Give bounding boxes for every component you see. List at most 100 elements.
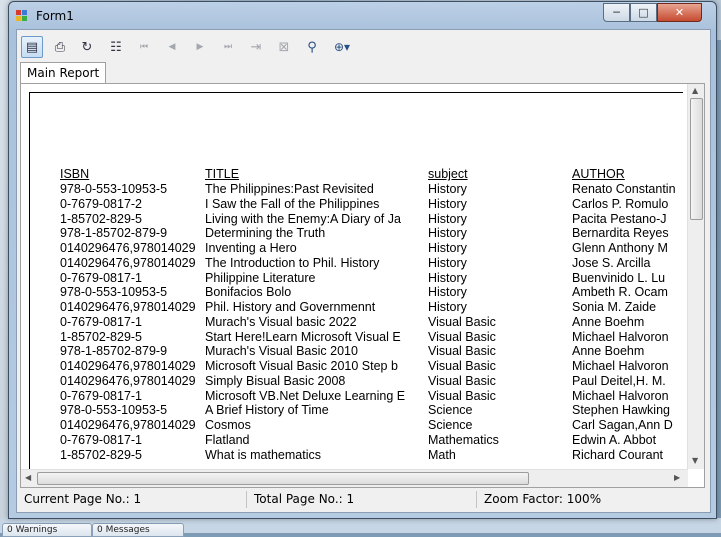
toggle-group-tree-button[interactable]: ☷	[105, 36, 127, 58]
horizontal-scrollbar[interactable]: ◀ ▶	[21, 469, 688, 487]
maximize-button[interactable]: □	[630, 3, 657, 22]
title-cell: Philippine Literature	[205, 270, 316, 285]
subject-header: subject	[428, 167, 468, 181]
author-cell: Jose S. Arcilla	[572, 255, 651, 270]
isbn-cell: 0140296476,978014029	[60, 373, 196, 388]
author-cell: Glenn Anthony M	[572, 241, 668, 255]
first-page-button[interactable]: ⏮	[133, 36, 155, 58]
subject-cell: History	[428, 211, 467, 226]
title-cell: The Introduction to Phil. History	[205, 255, 380, 270]
isbn-cell: 1-85702-829-5	[60, 329, 143, 344]
subject-cell: History	[428, 196, 467, 211]
close-current-view-button[interactable]: ⊠	[273, 36, 295, 58]
title-cell: Microsoft Visual Basic 2010 Step b	[205, 359, 398, 373]
previous-page-icon: ◀	[168, 42, 176, 52]
report-viewer: ISBN 978-0-553-10953-5 0-7679-0817-2 1-857…	[20, 83, 705, 488]
tab-main-report[interactable]: Main Report	[20, 62, 107, 84]
find-button[interactable]: ⚲	[301, 36, 323, 58]
scroll-up-icon[interactable]: ▲	[692, 86, 698, 95]
isbn-cell: 0140296476,978014029	[60, 300, 196, 314]
isbn-cell: 0140296476,978014029	[60, 418, 196, 432]
print-icon: ⎙	[54, 39, 66, 55]
title-cell: Murach's Visual basic 2022	[205, 314, 357, 329]
previous-page-button[interactable]: ◀	[161, 36, 183, 58]
subject-cell: Math	[428, 447, 456, 462]
next-page-button[interactable]: ▶	[189, 36, 211, 58]
go-to-page-icon: ⇥	[250, 39, 262, 55]
export-report-icon: ▤	[25, 39, 39, 55]
report-page: ISBN 978-0-553-10953-5 0-7679-0817-2 1-857…	[29, 92, 683, 473]
scroll-left-icon[interactable]: ◀	[25, 473, 31, 482]
current-page-status: Current Page No.: 1	[20, 491, 247, 508]
status-bar: Current Page No.: 1 Total Page No.: 1 Zo…	[20, 489, 706, 510]
vertical-scrollbar[interactable]: ▲ ▼	[687, 84, 704, 469]
author-cell: Carl Sagan,Ann D	[572, 418, 673, 432]
author-cell: Edwin A. Abbot	[572, 432, 657, 447]
author-cell: Sonia M. Zaide	[572, 300, 657, 314]
isbn-cell: 0-7679-0817-1	[60, 432, 143, 447]
title-cell: Determining the Truth	[205, 226, 326, 241]
scroll-right-icon[interactable]: ▶	[674, 473, 680, 482]
title-cell: Murach's Visual Basic 2010	[205, 344, 358, 359]
title-cell: Start Here!Learn Microsoft Visual E	[205, 329, 401, 344]
author-cell: Anne Boehm	[572, 344, 645, 359]
subject-cell: History	[428, 241, 467, 255]
isbn-cell: 978-1-85702-879-9	[60, 226, 168, 241]
go-to-page-button[interactable]: ⇥	[245, 36, 267, 58]
maximize-icon: □	[638, 6, 649, 19]
isbn-cell: 1-85702-829-5	[60, 211, 143, 226]
author-column: AUTHOR Renato Constantin Carlos P. Romulo…	[572, 167, 683, 462]
author-cell: Renato Constantin	[572, 182, 676, 196]
title-header: TITLE	[205, 167, 240, 181]
window-title: Form1	[36, 9, 74, 23]
title-cell: Inventing a Hero	[205, 241, 297, 255]
title-cell: I Saw the Fall of the Philippines	[205, 196, 380, 211]
warnings-tab[interactable]: 0 Warnings	[2, 523, 92, 537]
horizontal-scroll-thumb[interactable]	[37, 472, 529, 485]
minimize-icon: ─	[613, 6, 620, 19]
subject-cell: Science	[428, 403, 473, 418]
messages-tab[interactable]: 0 Messages	[92, 523, 184, 537]
isbn-cell: 0140296476,978014029	[60, 255, 196, 270]
subject-cell: Visual Basic	[428, 373, 496, 388]
scroll-down-icon[interactable]: ▼	[692, 456, 698, 465]
subject-cell: Mathematics	[428, 432, 499, 447]
refresh-button[interactable]: ↻	[76, 36, 98, 58]
isbn-cell: 0-7679-0817-2	[60, 196, 143, 211]
close-button[interactable]: ✕	[657, 3, 702, 22]
last-page-button[interactable]: ⏭	[217, 36, 239, 58]
print-button[interactable]: ⎙	[49, 36, 71, 58]
author-cell: Michael Halvoron	[572, 359, 669, 373]
isbn-cell: 0-7679-0817-1	[60, 388, 143, 403]
author-cell: Buenvinido L. Lu	[572, 270, 666, 285]
title-cell: A Brief History of Time	[205, 403, 329, 418]
subject-cell: History	[428, 270, 467, 285]
subject-cell: Visual Basic	[428, 314, 496, 329]
form1-window: Form1 ─ □ ✕ ▤ ⎙ ↻ ☷ ⏮ ◀ ▶ ⏭ ⇥ ⊠ ⚲ ⊕▾ Mai…	[8, 1, 717, 519]
zoom-button[interactable]: ⊕▾	[327, 36, 357, 58]
title-column: TITLE The Philippines:Past Revisited I Sa…	[205, 167, 413, 462]
minimize-button[interactable]: ─	[603, 3, 630, 22]
author-cell: Paul Deitel,H. M.	[572, 373, 666, 388]
report-toolbar: ▤ ⎙ ↻ ☷ ⏮ ◀ ▶ ⏭ ⇥ ⊠ ⚲ ⊕▾	[19, 32, 707, 62]
author-cell: Michael Halvoron	[572, 329, 669, 344]
form-client-area: ▤ ⎙ ↻ ☷ ⏮ ◀ ▶ ⏭ ⇥ ⊠ ⚲ ⊕▾ Main Report ISB…	[16, 29, 711, 513]
export-report-button[interactable]: ▤	[21, 36, 43, 58]
isbn-cell: 0-7679-0817-1	[60, 270, 143, 285]
author-cell: Pacita Pestano-J	[572, 211, 667, 226]
author-cell: Anne Boehm	[572, 314, 645, 329]
isbn-column: ISBN 978-0-553-10953-5 0-7679-0817-2 1-857…	[60, 167, 196, 462]
first-page-icon: ⏮	[139, 42, 149, 52]
subject-cell: History	[428, 285, 467, 300]
author-cell: Bernardita Reyes	[572, 226, 669, 241]
subject-cell: Visual Basic	[428, 344, 496, 359]
author-cell: Ambeth R. Ocam	[572, 285, 668, 300]
close-icon: ✕	[674, 6, 685, 19]
subject-cell: Visual Basic	[428, 359, 496, 373]
refresh-icon: ↻	[81, 39, 93, 55]
title-cell: Microsoft VB.Net Deluxe Learning E	[205, 388, 406, 403]
zoom-factor-status: Zoom Factor: 100%	[484, 492, 602, 506]
last-page-icon: ⏭	[223, 42, 233, 52]
title-cell: Cosmos	[205, 418, 251, 432]
vertical-scroll-thumb[interactable]	[690, 98, 703, 220]
